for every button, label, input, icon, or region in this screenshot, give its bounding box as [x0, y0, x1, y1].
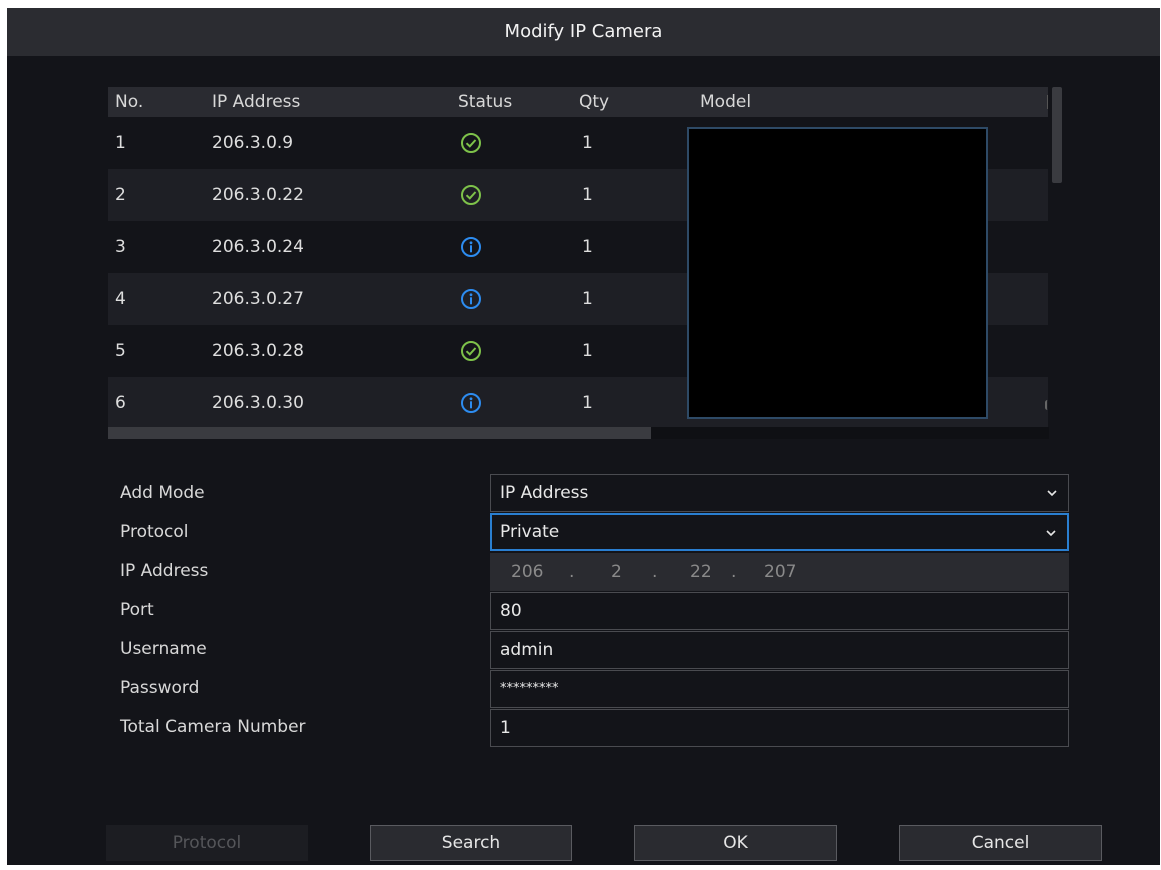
ip-address-field[interactable]: 206 . 2 . 22 . 207: [490, 553, 1069, 591]
port-label: Port: [120, 600, 154, 620]
ip-dot: .: [731, 562, 737, 582]
table-horizontal-scroll-thumb[interactable]: [108, 427, 651, 439]
ip-octet-4: 207: [764, 562, 797, 582]
protocol-value: Private: [500, 522, 560, 542]
ok-button[interactable]: OK: [634, 825, 837, 861]
dialog-title: Modify IP Camera: [7, 8, 1160, 56]
total-camera-number-input[interactable]: 1: [490, 709, 1069, 747]
row-ip-address: 206.3.0.22: [212, 185, 304, 205]
check-circle-icon: [460, 340, 482, 362]
row-ip-address: 206.3.0.30: [212, 393, 304, 413]
ip-address-label: IP Address: [120, 561, 209, 581]
password-label: Password: [120, 678, 200, 698]
ip-dot: .: [569, 562, 575, 582]
add-mode-select[interactable]: IP Address: [490, 474, 1069, 512]
column-header-no[interactable]: No.: [115, 87, 143, 117]
password-value: *********: [500, 681, 559, 696]
total-camera-number-value: 1: [500, 718, 511, 738]
modify-ip-camera-dialog: Modify IP Camera No. IP Address Status Q…: [7, 8, 1160, 865]
username-label: Username: [120, 639, 207, 659]
model-column-redaction: [687, 127, 988, 419]
row-ip-address: 206.3.0.27: [212, 289, 304, 309]
check-circle-icon: [460, 132, 482, 154]
column-header-status[interactable]: Status: [458, 87, 512, 117]
table-vertical-scroll-thumb[interactable]: [1052, 87, 1062, 183]
add-mode-value: IP Address: [500, 483, 589, 503]
protocol-label: Protocol: [120, 522, 189, 542]
row-ip-address: 206.3.0.9: [212, 133, 294, 153]
row-number: 4: [115, 289, 126, 309]
info-circle-icon: [460, 392, 482, 414]
row-number: 2: [115, 185, 126, 205]
protocol-select[interactable]: Private: [490, 513, 1069, 551]
row-number: 1: [115, 133, 126, 153]
ip-dot: .: [652, 562, 658, 582]
port-input[interactable]: 80: [490, 592, 1069, 630]
username-value: admin: [500, 640, 554, 660]
column-header-model[interactable]: Model: [700, 87, 751, 117]
port-value: 80: [500, 601, 522, 621]
password-input[interactable]: *********: [490, 670, 1069, 708]
chevron-down-icon: [1047, 490, 1057, 497]
row-qty: 1: [582, 289, 593, 309]
ip-octet-1: 206: [511, 562, 544, 582]
row-qty: 1: [582, 185, 593, 205]
total-camera-number-label: Total Camera Number: [120, 717, 306, 737]
row-qty: 1: [582, 341, 593, 361]
row-qty: 1: [582, 133, 593, 153]
row-qty: 1: [582, 393, 593, 413]
column-header-ip-address[interactable]: IP Address: [212, 87, 300, 117]
row-qty: 1: [582, 237, 593, 257]
search-button[interactable]: Search: [370, 825, 572, 861]
cancel-button[interactable]: Cancel: [899, 825, 1102, 861]
row-number: 3: [115, 237, 126, 257]
ip-octet-3: 22: [690, 562, 712, 582]
username-input[interactable]: admin: [490, 631, 1069, 669]
info-circle-icon: [460, 288, 482, 310]
table-header: No. IP Address Status Qty Model: [108, 87, 1049, 117]
ip-octet-2: 2: [611, 562, 622, 582]
row-number: 6: [115, 393, 126, 413]
add-mode-label: Add Mode: [120, 483, 205, 503]
row-ip-address: 206.3.0.24: [212, 237, 304, 257]
protocol-button[interactable]: Protocol: [106, 825, 308, 861]
row-ip-address: 206.3.0.28: [212, 341, 304, 361]
row-number: 5: [115, 341, 126, 361]
check-circle-icon: [460, 184, 482, 206]
column-header-qty[interactable]: Qty: [579, 87, 609, 117]
chevron-down-icon: [1046, 530, 1056, 537]
info-circle-icon: [460, 236, 482, 258]
